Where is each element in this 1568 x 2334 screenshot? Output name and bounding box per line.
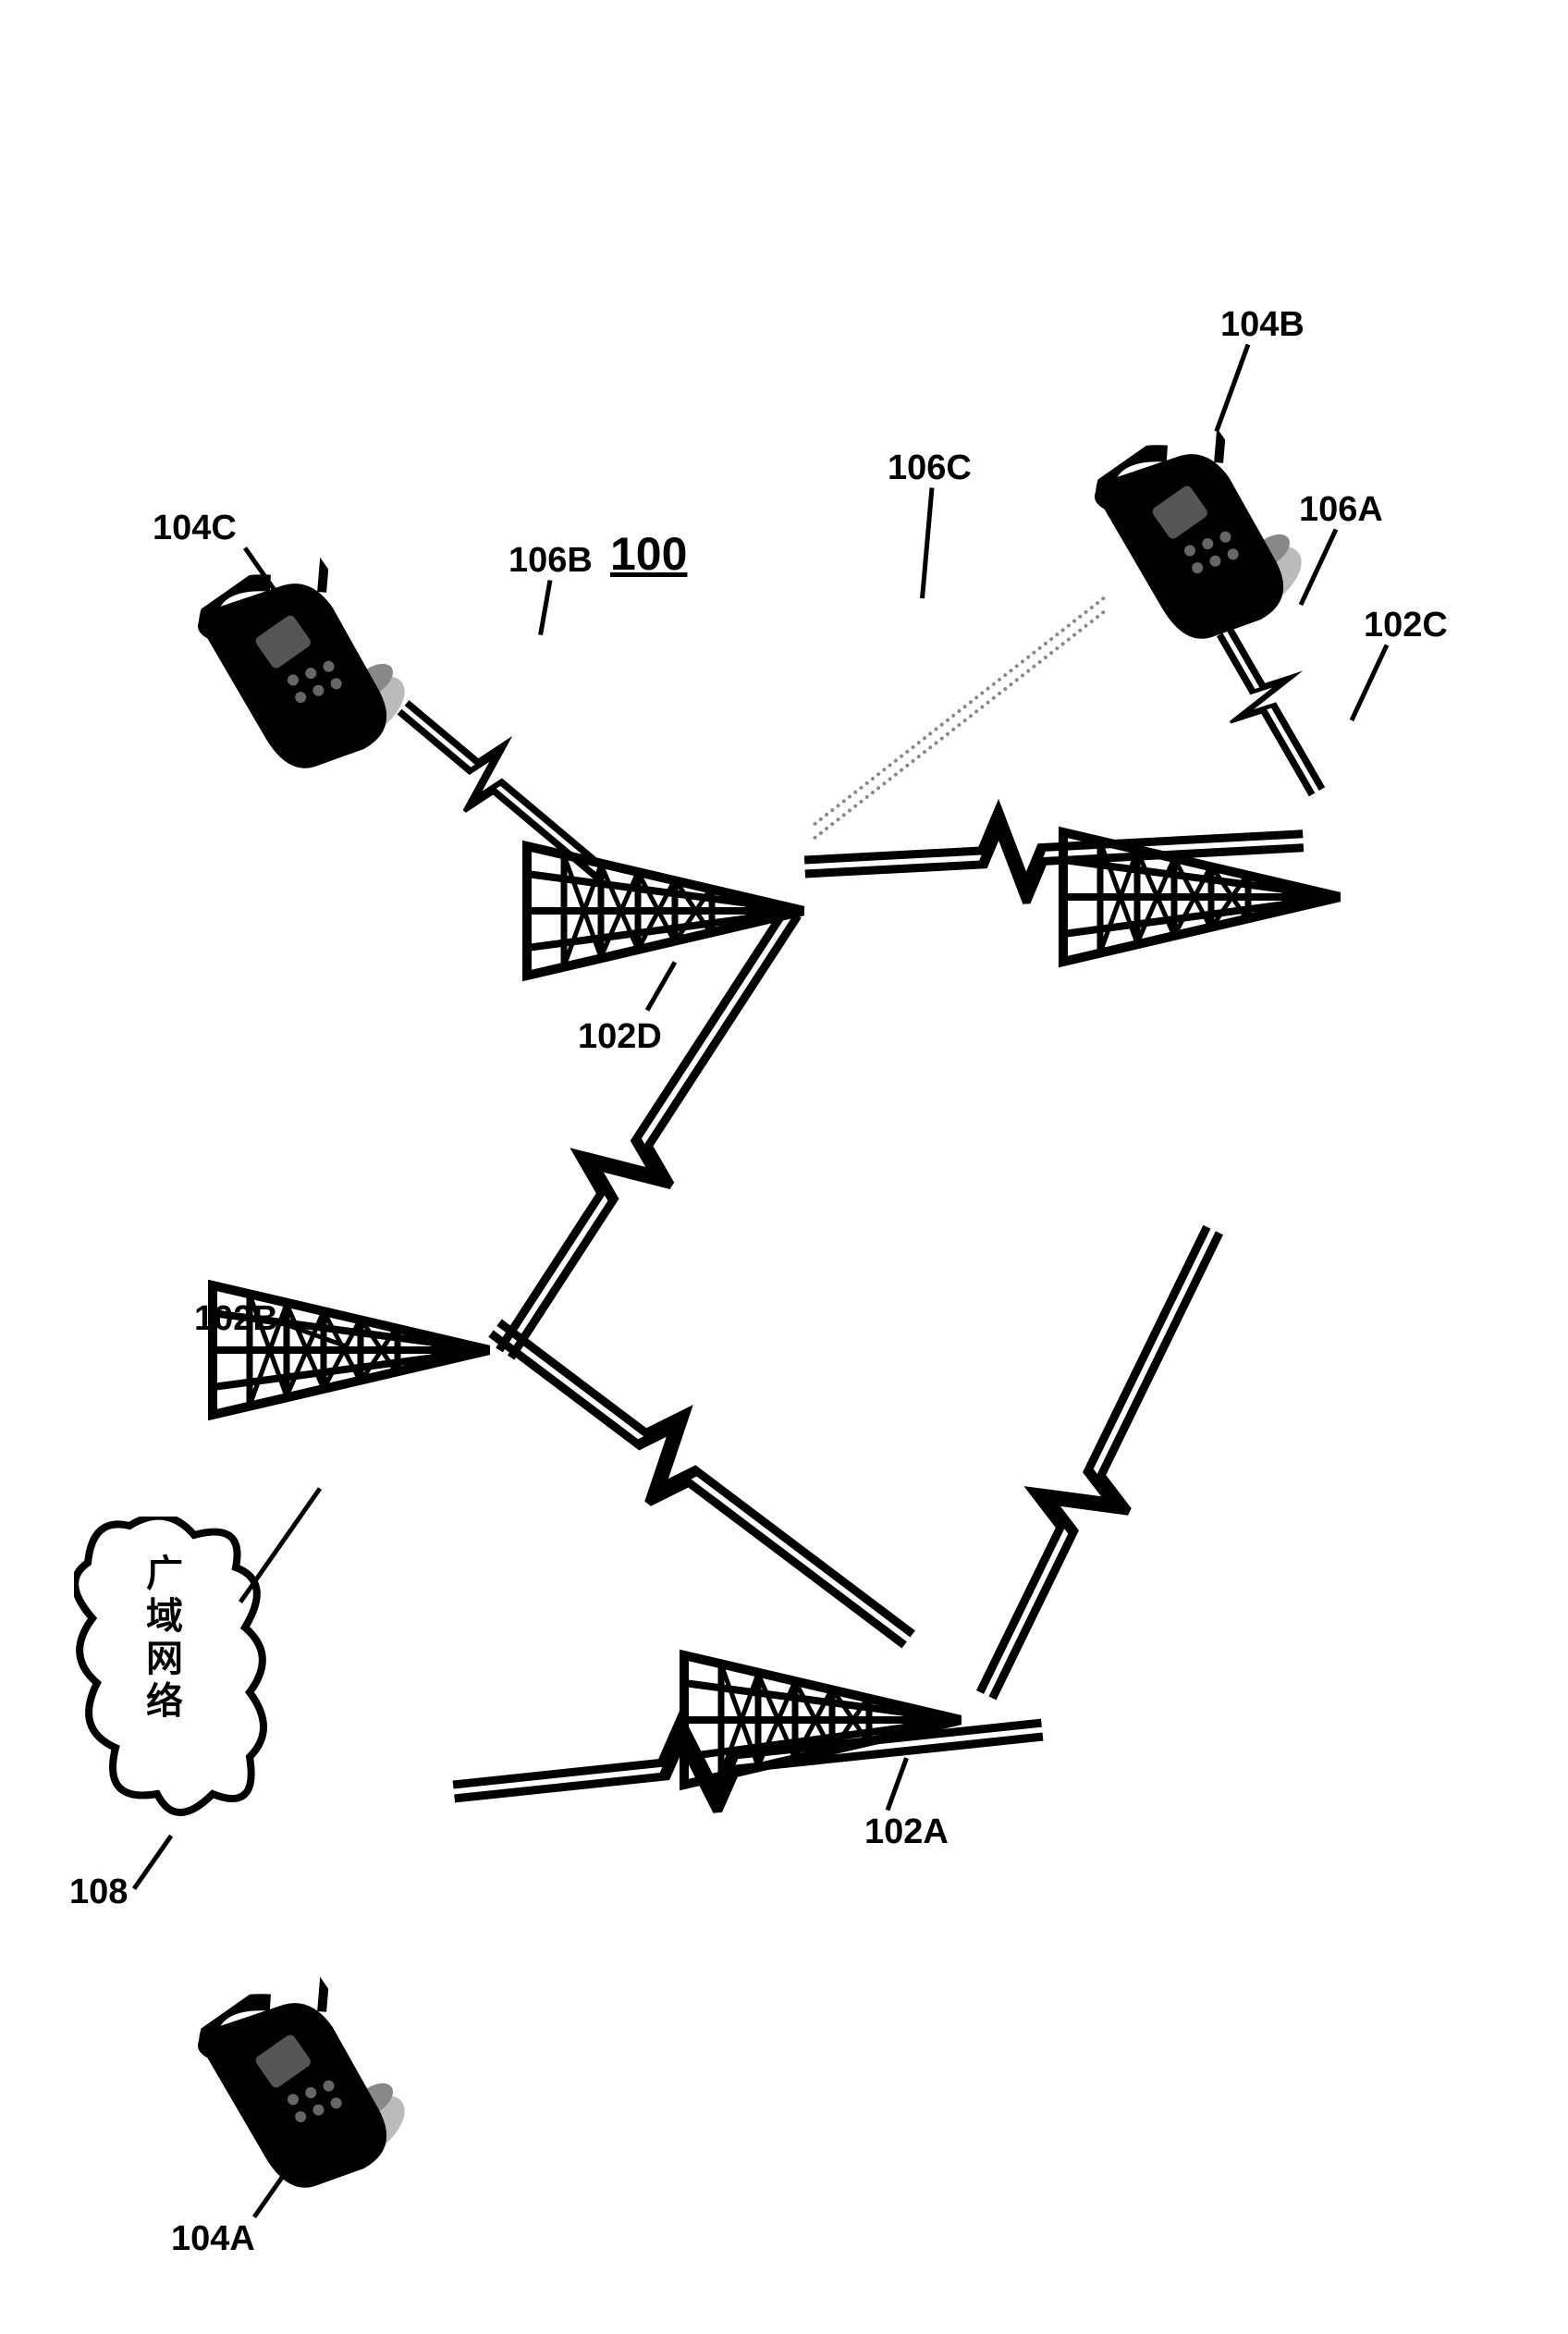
label-104A: 104A: [171, 2219, 255, 2259]
leader-line: [1214, 344, 1250, 433]
label-106C: 106C: [888, 448, 972, 488]
label-102C: 102C: [1364, 606, 1448, 645]
leader-line: [1350, 644, 1390, 721]
leader-line: [132, 1835, 173, 1890]
figure-number: 100: [610, 527, 687, 581]
cloud-label: 广域网络: [134, 1554, 188, 1724]
rf-link-icon: [1190, 606, 1363, 812]
diagram-canvas: 100: [0, 0, 1568, 2334]
label-102B: 102B: [194, 1299, 278, 1339]
label-104C: 104C: [153, 509, 237, 548]
label-108: 108: [69, 1873, 128, 1912]
rf-link-icon: [377, 668, 635, 905]
leader-line: [538, 580, 552, 635]
rf-link-icon: [930, 1202, 1256, 1716]
leader-line: [920, 487, 934, 598]
phone-icon: [177, 536, 443, 823]
label-104B: 104B: [1220, 305, 1305, 345]
phone-icon: [177, 1956, 443, 2242]
tower-icon: [194, 1267, 490, 1433]
label-106B: 106B: [508, 541, 593, 581]
label-102D: 102D: [578, 1017, 662, 1057]
label-102A: 102A: [864, 1812, 949, 1852]
label-106A: 106A: [1299, 490, 1383, 530]
